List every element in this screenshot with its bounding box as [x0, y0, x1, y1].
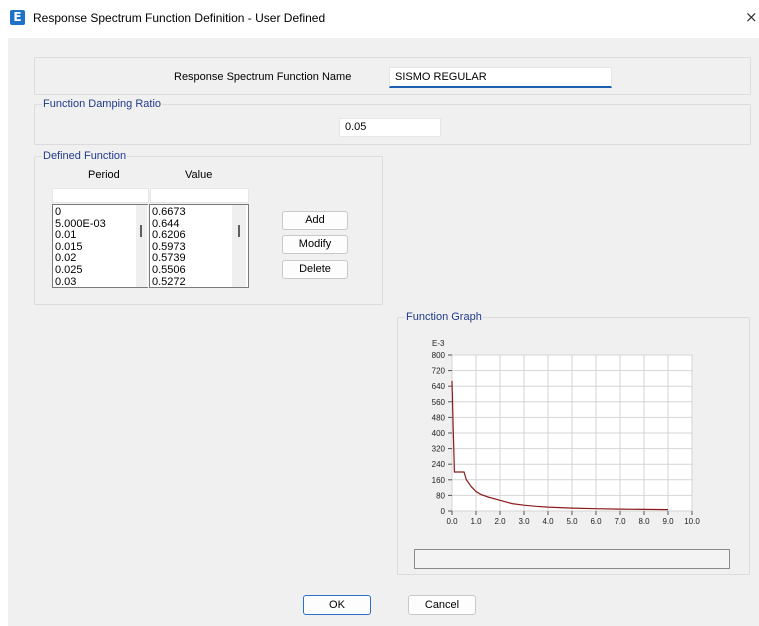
period-list-scrollbar[interactable]	[136, 205, 147, 287]
y-multiplier-label: E-3	[432, 339, 445, 348]
x-tick-label: 8.0	[638, 517, 650, 526]
y-tick-label: 160	[432, 476, 446, 485]
modify-button[interactable]: Modify	[282, 235, 348, 254]
dialog-client-area: Response Spectrum Function Name SISMO RE…	[8, 38, 759, 626]
y-tick-label: 80	[436, 491, 445, 500]
function-graph-group-label: Function Graph	[405, 311, 483, 323]
x-tick-label: 7.0	[614, 517, 626, 526]
title-bar: E Response Spectrum Function Definition …	[0, 0, 759, 38]
y-tick-label: 0	[441, 507, 446, 516]
x-tick-label: 2.0	[494, 517, 506, 526]
x-tick-label: 3.0	[518, 517, 530, 526]
list-item[interactable]: 0	[53, 206, 148, 219]
x-tick-label: 4.0	[542, 517, 554, 526]
damping-ratio-input[interactable]: 0.05	[339, 118, 441, 137]
value-list[interactable]: 0.6673 0.644 0.6206 0.5973 0.5739 0.5506…	[149, 204, 249, 288]
x-tick-label: 5.0	[566, 517, 578, 526]
y-tick-label: 560	[432, 398, 446, 407]
list-item[interactable]: 0.025	[53, 264, 148, 277]
y-tick-label: 480	[432, 413, 446, 422]
x-tick-label: 1.0	[470, 517, 482, 526]
value-input[interactable]	[150, 188, 249, 203]
x-tick-label: 10.0	[684, 517, 700, 526]
y-tick-label: 320	[432, 445, 446, 454]
x-tick-label: 6.0	[590, 517, 602, 526]
close-icon[interactable]: ×	[745, 9, 759, 25]
cancel-button[interactable]: Cancel	[408, 595, 476, 615]
y-tick-label: 240	[432, 460, 446, 469]
y-tick-label: 720	[432, 367, 446, 376]
value-list-scroll-thumb[interactable]	[238, 225, 240, 237]
y-tick-label: 400	[432, 429, 446, 438]
add-button[interactable]: Add	[282, 211, 348, 230]
graph-status-bar	[414, 549, 730, 569]
function-name-input[interactable]: SISMO REGULAR	[389, 67, 612, 88]
y-tick-label: 800	[432, 351, 446, 360]
defined-function-group-label: Defined Function	[42, 150, 128, 162]
damping-ratio-value: 0.05	[345, 121, 367, 133]
period-list[interactable]: 0 5.000E-03 0.01 0.015 0.02 0.025 0.03	[52, 204, 148, 288]
ok-button[interactable]: OK	[303, 595, 371, 615]
list-item[interactable]: 0.03	[53, 276, 148, 289]
value-column-header: Value	[185, 169, 213, 181]
x-tick-label: 9.0	[662, 517, 674, 526]
function-name-value: SISMO REGULAR	[395, 71, 487, 83]
period-input[interactable]	[52, 188, 149, 203]
period-column-header: Period	[88, 169, 120, 181]
etabs-app-icon: E	[10, 10, 25, 25]
function-name-label: Response Spectrum Function Name	[174, 71, 352, 83]
y-tick-label: 640	[432, 382, 446, 391]
period-list-scroll-thumb[interactable]	[140, 225, 142, 237]
function-graph-chart: 8007206405604804003202401608000.0 1.0 2.0 3…	[432, 339, 701, 526]
delete-button[interactable]: Delete	[282, 260, 348, 279]
damping-ratio-group-label: Function Damping Ratio	[42, 98, 163, 110]
window-title: Response Spectrum Function Definition - …	[33, 11, 326, 25]
value-list-scrollbar[interactable]	[232, 205, 246, 287]
x-tick-label: 0.0	[446, 517, 458, 526]
